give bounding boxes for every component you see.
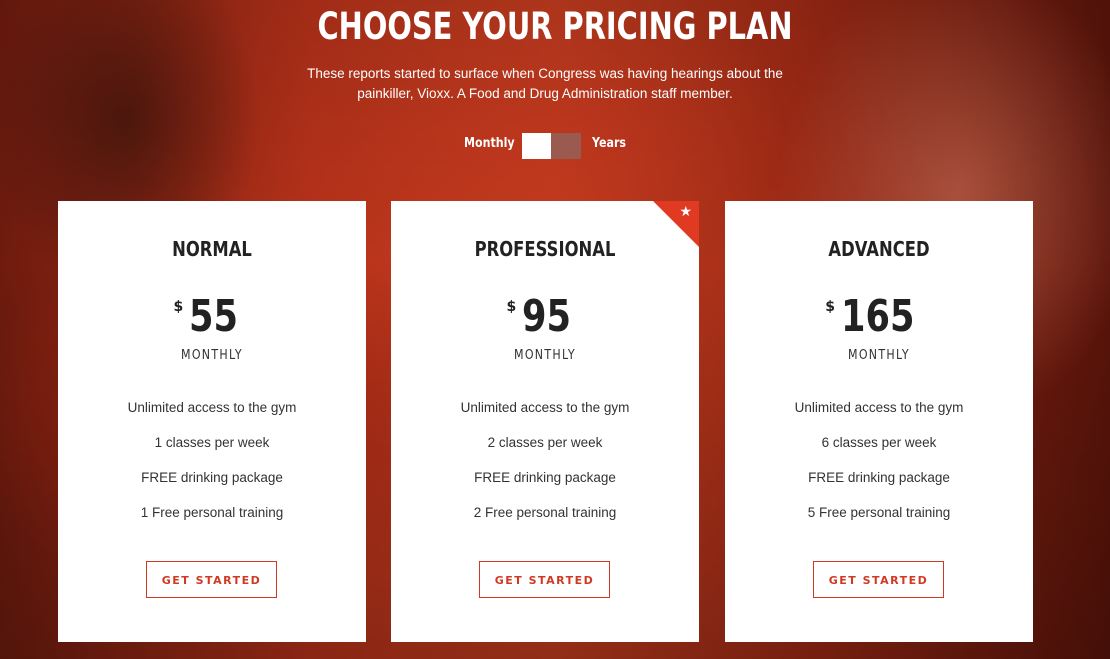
- get-started-button-professional[interactable]: GET STARTED: [479, 561, 610, 598]
- feature-item: FREE drinking package: [474, 470, 616, 485]
- pricing-section: CHOOSE YOUR PRICING PLAN These reports s…: [0, 0, 1110, 659]
- feature-list: Unlimited access to the gym 2 classes pe…: [391, 400, 699, 540]
- price-amount: 95: [522, 291, 572, 342]
- feature-item: 2 Free personal training: [473, 505, 617, 520]
- feature-item: Unlimited access to the gym: [794, 400, 964, 415]
- feature-list: Unlimited access to the gym 6 classes pe…: [725, 400, 1033, 540]
- get-started-button-advanced[interactable]: GET STARTED: [813, 561, 944, 598]
- feature-item: Unlimited access to the gym: [127, 400, 297, 415]
- plan-name: NORMAL: [172, 237, 252, 261]
- billing-toggle-row: Monthly Years: [0, 131, 1110, 159]
- feature-item: FREE drinking package: [141, 470, 283, 485]
- plan-price: $165: [725, 293, 1033, 341]
- page-title: CHOOSE YOUR PRICING PLAN: [317, 5, 793, 48]
- price-amount: 165: [840, 291, 915, 342]
- feature-item: 6 classes per week: [821, 435, 937, 450]
- pricing-card-advanced: ADVANCED $165 MONTHLY Unlimited access t…: [725, 201, 1033, 642]
- toggle-knob: [522, 133, 551, 159]
- plan-price: $55: [58, 293, 366, 341]
- currency-symbol: $: [825, 299, 835, 315]
- pricing-card-professional: ★ PROFESSIONAL $95 MONTHLY Unlimited acc…: [391, 201, 699, 642]
- currency-symbol: $: [173, 299, 184, 315]
- plan-price: $95: [391, 293, 699, 341]
- star-icon: ★: [679, 203, 692, 219]
- plan-name: ADVANCED: [828, 237, 930, 261]
- billing-period: MONTHLY: [848, 348, 910, 363]
- toggle-label-monthly[interactable]: Monthly: [464, 136, 515, 151]
- currency-symbol: $: [506, 299, 517, 315]
- toggle-label-years[interactable]: Years: [592, 136, 626, 151]
- feature-item: 5 Free personal training: [807, 505, 951, 520]
- billing-period: MONTHLY: [514, 348, 576, 363]
- page-subtitle: These reports started to surface when Co…: [307, 66, 783, 101]
- feature-item: 1 classes per week: [154, 435, 270, 450]
- pricing-card-normal: NORMAL $55 MONTHLY Unlimited access to t…: [58, 201, 366, 642]
- feature-item: 2 classes per week: [487, 435, 603, 450]
- feature-list: Unlimited access to the gym 1 classes pe…: [58, 400, 366, 540]
- billing-period: MONTHLY: [181, 348, 243, 363]
- get-started-button-normal[interactable]: GET STARTED: [146, 561, 277, 598]
- plan-name: PROFESSIONAL: [474, 237, 616, 261]
- feature-item: 1 Free personal training: [140, 505, 284, 520]
- feature-item: FREE drinking package: [808, 470, 950, 485]
- billing-period-toggle[interactable]: [522, 133, 581, 159]
- feature-item: Unlimited access to the gym: [460, 400, 630, 415]
- price-amount: 55: [189, 291, 239, 342]
